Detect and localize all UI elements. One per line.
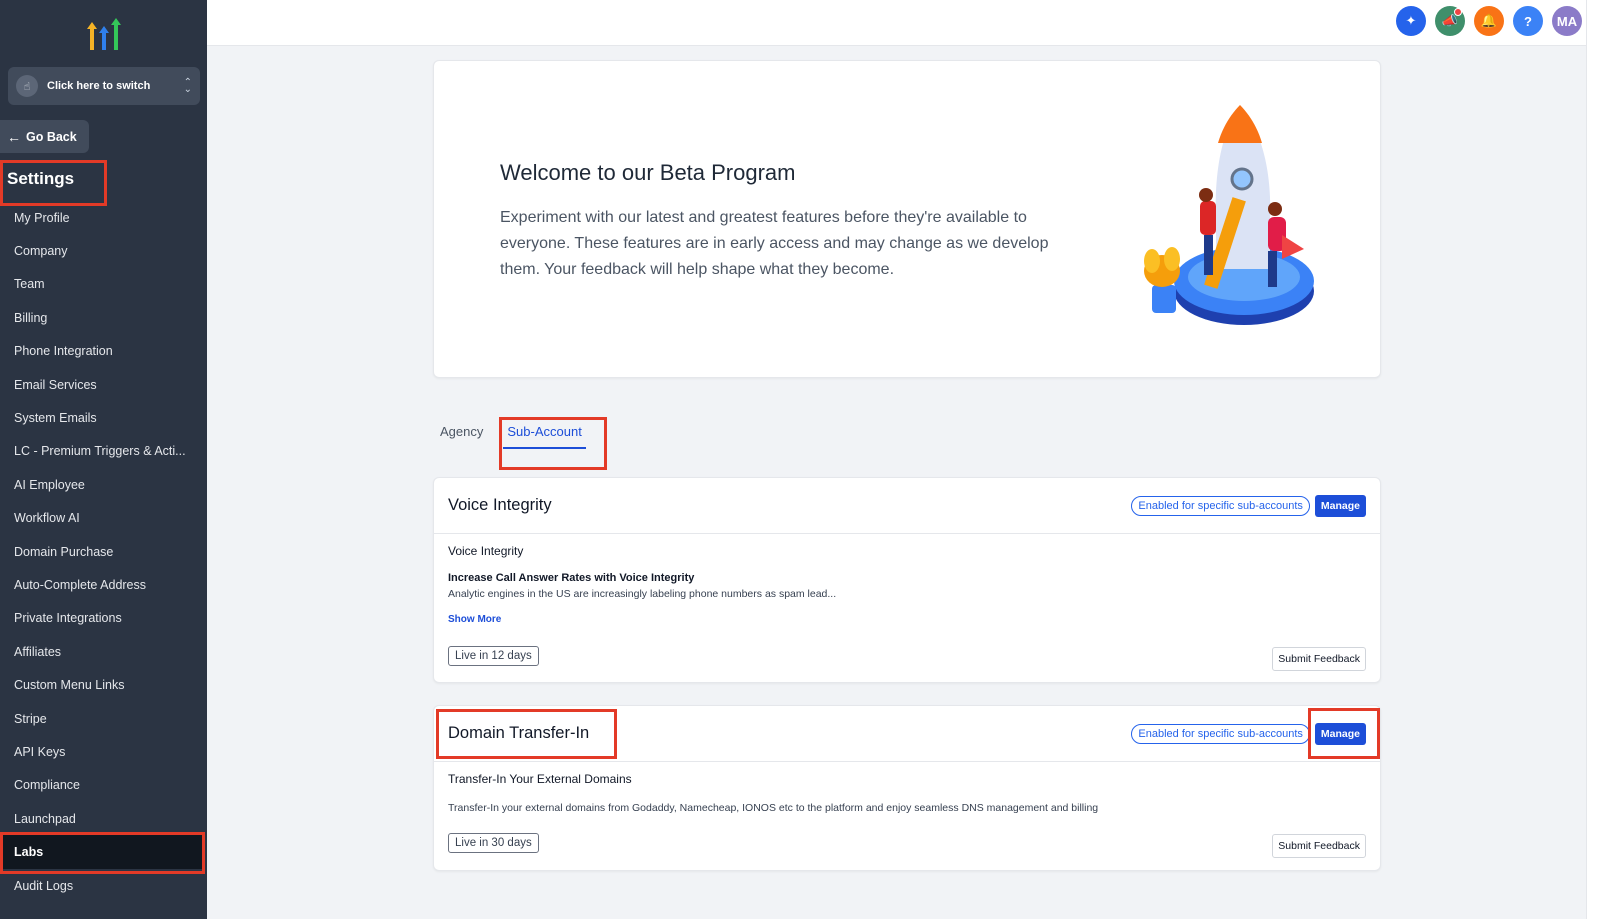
- feature-description: Analytic engines in the US are increasin…: [448, 588, 837, 600]
- sidebar-item-private-integrations[interactable]: Private Integrations: [0, 602, 207, 635]
- settings-nav: My Profile Company Team Billing Phone Integr…: [0, 201, 207, 902]
- status-badge[interactable]: Enabled for specific sub-accounts: [1131, 723, 1310, 744]
- sidebar-item-api-keys[interactable]: API Keys: [0, 735, 207, 768]
- bell-icon-glyph: 🔔: [1480, 13, 1498, 28]
- notification-dot: [1454, 8, 1462, 16]
- feature-subtitle: Transfer-In Your External Domains: [448, 772, 632, 786]
- avatar[interactable]: MA: [1552, 6, 1582, 36]
- sidebar-item-auto-complete-address[interactable]: Auto-Complete Address: [0, 568, 207, 601]
- sidebar-item-my-profile[interactable]: My Profile: [0, 201, 207, 234]
- sidebar-item-ai-employee[interactable]: AI Employee: [0, 468, 207, 501]
- pointer-icon: ☝: [16, 75, 38, 97]
- sidebar-item-stripe[interactable]: Stripe: [0, 702, 207, 735]
- account-switcher[interactable]: ☝ Click here to switch ⌃ ⌄: [8, 67, 200, 105]
- switcher-label: Click here to switch: [47, 80, 151, 92]
- sidebar-item-lc-premium-triggers-acti[interactable]: LC - Premium Triggers & Acti...: [0, 435, 207, 468]
- sidebar-item-email-services[interactable]: Email Services: [0, 368, 207, 401]
- card-header: Domain Transfer-In Enabled for specific …: [434, 706, 1380, 762]
- sidebar-item-domain-purchase[interactable]: Domain Purchase: [0, 535, 207, 568]
- sidebar-item-launchpad[interactable]: Launchpad: [0, 802, 207, 835]
- feature-subtitle: Voice Integrity: [448, 544, 524, 558]
- app-logo-icon[interactable]: [84, 16, 124, 52]
- sidebar-item-system-emails[interactable]: System Emails: [0, 401, 207, 434]
- show-more-link[interactable]: Show More: [448, 614, 1366, 625]
- labs-tabs: Agency Sub-Account: [440, 420, 586, 449]
- top-icon-group: ✦ 📣 🔔? MA: [1396, 6, 1582, 36]
- submit-feedback-button[interactable]: Submit Feedback: [1272, 834, 1366, 858]
- sidebar-item-custom-menu-links[interactable]: Custom Menu Links: [0, 668, 207, 701]
- feature-card-domain-transfer: Domain Transfer-In Enabled for specific …: [433, 705, 1381, 871]
- card-title: Voice Integrity: [448, 496, 552, 514]
- feature-headline: Increase Call Answer Rates with Voice In…: [448, 572, 695, 584]
- top-bar: ✦ 📣 🔔? MA: [207, 0, 1600, 46]
- sidebar-item-labs[interactable]: Labs: [2, 835, 205, 869]
- help-icon-glyph: ?: [1524, 13, 1532, 29]
- card-body: Transfer-In Your External Domains Transf…: [434, 762, 1380, 870]
- rocket-illustration: [1144, 105, 1314, 325]
- submit-feedback-button[interactable]: Submit Feedback: [1272, 647, 1366, 671]
- card-title: Domain Transfer-In: [448, 724, 590, 742]
- sidebar-item-phone-integration[interactable]: Phone Integration: [0, 335, 207, 368]
- sidebar-item-workflow-ai[interactable]: Workflow AI: [0, 502, 207, 535]
- feature-description: Transfer-In your external domains from G…: [448, 802, 1099, 814]
- sidebar-item-team[interactable]: Team: [0, 268, 207, 301]
- settings-heading: Settings: [7, 169, 75, 188]
- help-icon[interactable]: ?: [1513, 6, 1543, 36]
- sidebar-item-billing[interactable]: Billing: [0, 301, 207, 334]
- megaphone-icon[interactable]: 📣: [1435, 6, 1465, 36]
- magic-icon[interactable]: ✦: [1396, 6, 1426, 36]
- go-back-button[interactable]: ← Go Back: [0, 120, 89, 153]
- sidebar: ☝ Click here to switch ⌃ ⌄ ← Go Back Sett…: [0, 0, 207, 919]
- go-back-label: Go Back: [26, 129, 77, 144]
- card-body: Voice Integrity Increase Call Answer Rat…: [434, 534, 1380, 682]
- arrow-left-icon: ←: [7, 128, 21, 145]
- beta-welcome-card: Welcome to our Beta Program Experiment w…: [433, 60, 1381, 378]
- sidebar-item-audit-logs[interactable]: Audit Logs: [0, 869, 207, 902]
- sidebar-item-affiliates[interactable]: Affiliates: [0, 635, 207, 668]
- tab-agency[interactable]: Agency: [440, 420, 483, 449]
- manage-button[interactable]: Manage: [1314, 494, 1366, 517]
- bell-icon[interactable]: 🔔: [1474, 6, 1504, 36]
- live-date-badge: Live in 12 days: [448, 646, 539, 666]
- welcome-title: Welcome to our Beta Program: [500, 160, 796, 185]
- card-header: Voice Integrity Enabled for specific sub…: [434, 478, 1380, 534]
- manage-button[interactable]: Manage: [1314, 722, 1366, 745]
- magic-icon-glyph: ✦: [1405, 13, 1417, 28]
- live-date-badge: Live in 30 days: [448, 833, 539, 853]
- chevron-updown-icon: ⌃ ⌄: [183, 77, 192, 95]
- feature-card-voice-integrity: Voice Integrity Enabled for specific sub…: [433, 477, 1381, 683]
- window-edge: [1586, 0, 1600, 919]
- welcome-body: Experiment with our latest and greatest …: [500, 209, 1049, 278]
- tab-sub-account[interactable]: Sub-Account: [503, 420, 586, 449]
- sidebar-item-company[interactable]: Company: [0, 234, 207, 267]
- avatar-glyph: MA: [1556, 13, 1578, 29]
- sidebar-item-compliance[interactable]: Compliance: [0, 769, 207, 802]
- status-badge[interactable]: Enabled for specific sub-accounts: [1131, 495, 1310, 516]
